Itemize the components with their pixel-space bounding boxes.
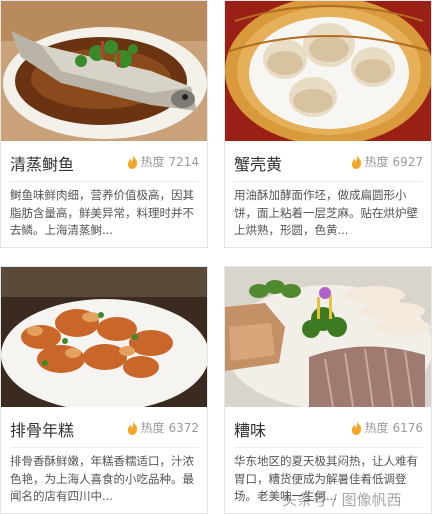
heat-label: 热度 — [140, 155, 165, 169]
card-description: 鲥鱼味鲜肉细，营养价值极高，因其脂肪含量高，鲜美异常，料理时并不去鳞。上海清蒸鲥… — [10, 188, 194, 237]
food-image-marinated-platter[interactable] — [225, 267, 431, 407]
card-title[interactable]: 清蒸鲥鱼 — [10, 151, 74, 175]
card-description: 排骨香酥鲜嫩，年糕香糯适口，汁浓色艳，为上海人喜食的小吃品种。最闻名的店有四川中… — [10, 454, 194, 503]
divider — [10, 447, 199, 448]
card-description: 用油酥加酵面作坯，做成扁圆形小饼，面上粘着一层芝麻。贴在烘炉壁上烘熟，形圆，色黄… — [234, 188, 418, 237]
flame-icon — [127, 155, 138, 172]
food-card[interactable]: 清蒸鲥鱼 热度 7214 鲥鱼味鲜肉细，营养价值极高，因其脂肪含量高，鲜美异常，料… — [0, 0, 208, 248]
card-title[interactable]: 排骨年糕 — [10, 417, 74, 441]
food-image-pork-rice-cake[interactable] — [1, 267, 207, 407]
heat-indicator: 热度 6372 — [127, 419, 199, 438]
divider — [234, 447, 423, 448]
card-title[interactable]: 糟味 — [234, 417, 266, 441]
flame-icon — [127, 421, 138, 438]
heat-label: 热度 — [364, 155, 389, 169]
divider — [234, 181, 423, 182]
heat-label: 热度 — [140, 421, 165, 435]
heat-label: 热度 — [364, 421, 389, 435]
heat-value: 6927 — [392, 155, 423, 169]
heat-indicator: 热度 7214 — [127, 153, 199, 172]
flame-icon — [351, 421, 362, 438]
food-card[interactable]: 糟味 热度 6176 华东地区的夏天极其闷热，让人难有胃口，糟货便成为解暑佳肴低调… — [224, 266, 432, 514]
watermark: 头条号 / 图像帆西 — [282, 491, 402, 509]
heat-value: 6176 — [392, 421, 423, 435]
card-title[interactable]: 蟹壳黄 — [234, 151, 282, 175]
heat-value: 7214 — [168, 155, 199, 169]
food-image-sesame-cakes[interactable] — [225, 1, 431, 141]
heat-indicator: 热度 6927 — [351, 153, 423, 172]
heat-value: 6372 — [168, 421, 199, 435]
food-card[interactable]: 排骨年糕 热度 6372 排骨香酥鲜嫩，年糕香糯适口，汁浓色艳，为上海人喜食的小吃… — [0, 266, 208, 514]
food-image-steamed-fish[interactable] — [1, 1, 207, 141]
food-card[interactable]: 蟹壳黄 热度 6927 用油酥加酵面作坯，做成扁圆形小饼，面上粘着一层芝麻。贴在烘… — [224, 0, 432, 248]
heat-indicator: 热度 6176 — [351, 419, 423, 438]
flame-icon — [351, 155, 362, 172]
divider — [10, 181, 199, 182]
